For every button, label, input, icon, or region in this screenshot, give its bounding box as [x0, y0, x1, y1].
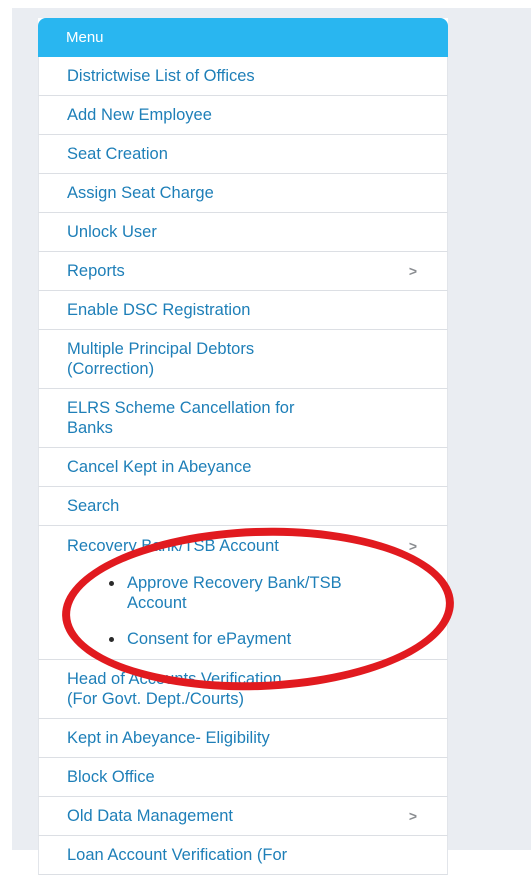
- menu-item-loan-account-verification[interactable]: Loan Account Verification (For: [38, 836, 448, 875]
- bullet-icon: [109, 637, 114, 642]
- menu-item-unlock-user[interactable]: Unlock User: [38, 213, 448, 252]
- menu-item-districtwise-list[interactable]: Districtwise List of Offices: [38, 57, 448, 96]
- menu-item-head-of-accounts-verification[interactable]: Head of Accounts Verification (For Govt.…: [38, 660, 448, 719]
- bullet-icon: [109, 581, 114, 586]
- menu-item-recovery-bank-tsb-account[interactable]: Recovery Bank/TSB Account >: [38, 526, 448, 565]
- menu-header-title: Menu: [66, 29, 104, 46]
- menu-item-cancel-kept-in-abeyance[interactable]: Cancel Kept in Abeyance: [38, 448, 448, 487]
- chevron-right-icon: >: [408, 537, 417, 554]
- menu-item-seat-creation[interactable]: Seat Creation: [38, 135, 448, 174]
- chevron-right-icon: >: [408, 808, 417, 824]
- recovery-bank-submenu: Approve Recovery Bank/TSB Account Consen…: [38, 565, 448, 660]
- menu-item-elrs-scheme-cancellation[interactable]: ELRS Scheme Cancellation for Banks: [38, 389, 448, 448]
- submenu-item-consent-for-epayment[interactable]: Consent for ePayment: [109, 629, 437, 649]
- chevron-right-icon: >: [408, 263, 417, 279]
- side-menu: Menu Districtwise List of Offices Add Ne…: [38, 18, 448, 875]
- menu-item-search[interactable]: Search: [38, 487, 448, 526]
- menu-item-assign-seat-charge[interactable]: Assign Seat Charge: [38, 174, 448, 213]
- menu-item-old-data-management[interactable]: Old Data Management >: [38, 797, 448, 836]
- menu-item-add-new-employee[interactable]: Add New Employee: [38, 96, 448, 135]
- menu-header: Menu: [38, 18, 448, 57]
- menu-item-multiple-principal-debtors[interactable]: Multiple Principal Debtors (Correction): [38, 330, 448, 389]
- menu-item-kept-in-abeyance-eligibility[interactable]: Kept in Abeyance- Eligibility: [38, 719, 448, 758]
- menu-item-block-office[interactable]: Block Office: [38, 758, 448, 797]
- menu-item-reports[interactable]: Reports >: [38, 252, 448, 291]
- submenu-item-approve-recovery-bank-tsb[interactable]: Approve Recovery Bank/TSB Account: [109, 573, 437, 613]
- menu-item-enable-dsc-registration[interactable]: Enable DSC Registration: [38, 291, 448, 330]
